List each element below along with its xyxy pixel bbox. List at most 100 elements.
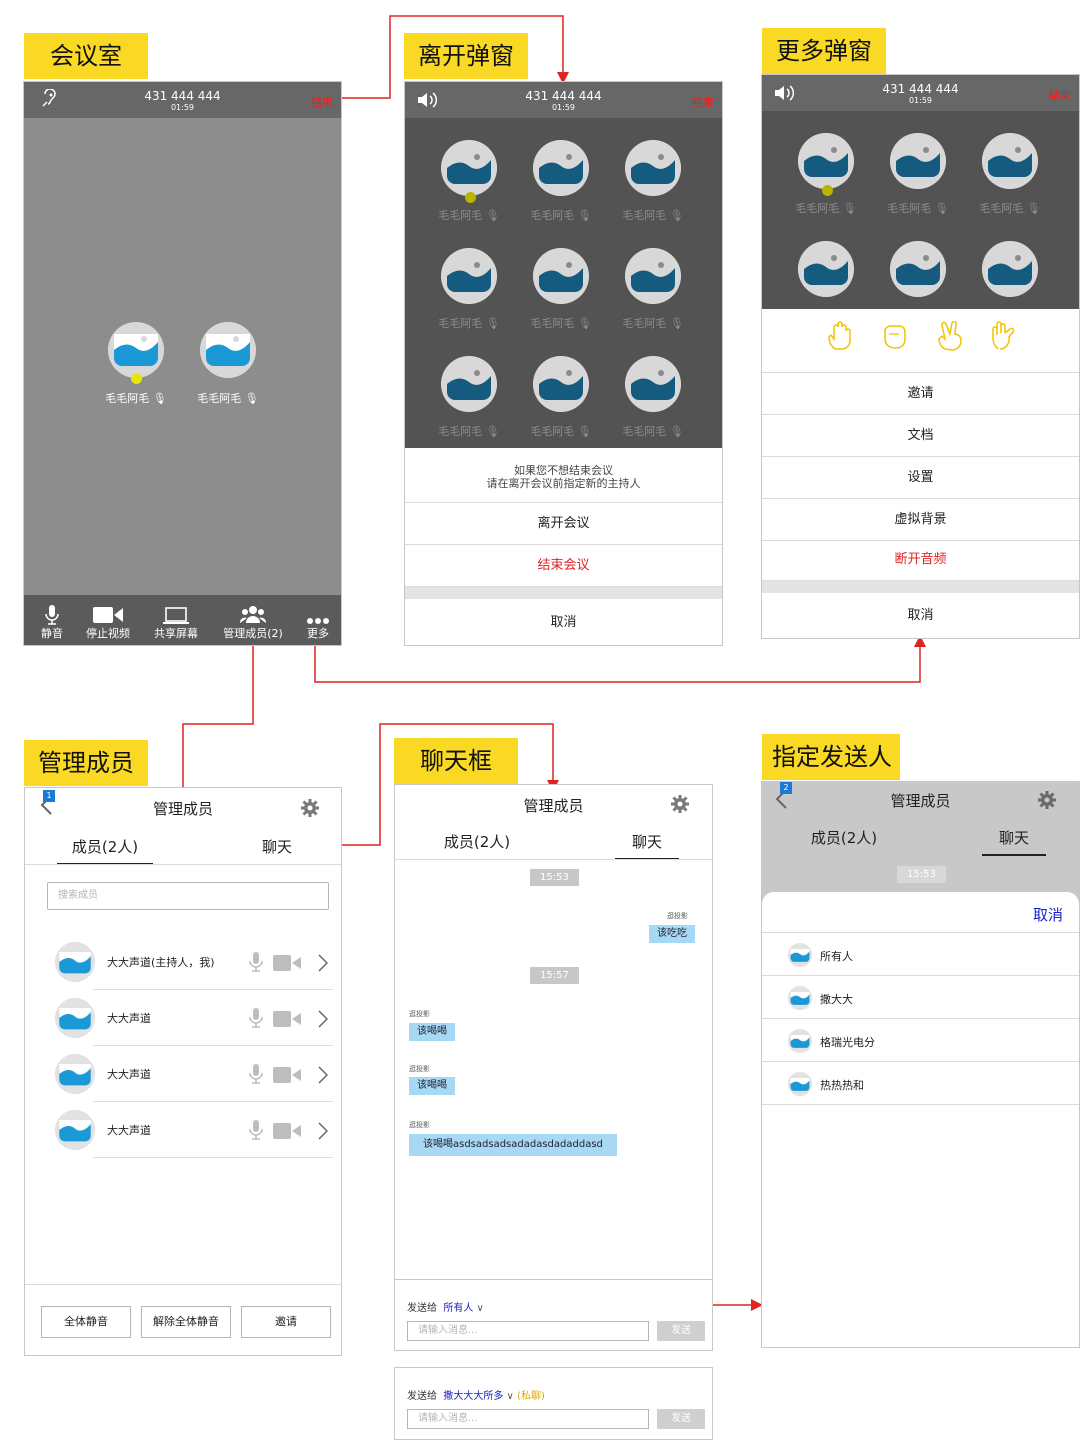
participant-tile[interactable]: 毛毛阿毛 🎙: [180, 322, 276, 412]
message-input[interactable]: 请输入消息...: [407, 1409, 649, 1429]
recipient-select[interactable]: 所有人: [443, 1303, 473, 1314]
tab-members[interactable]: 成员(2人): [57, 836, 153, 865]
gear-icon[interactable]: [301, 799, 319, 817]
chat-message-self[interactable]: 该吃吃: [649, 925, 695, 943]
avatar-image-icon[interactable]: [441, 140, 497, 196]
participant-name: 毛毛阿毛 🎙: [438, 209, 500, 222]
recipient-option[interactable]: 热热热和: [762, 1062, 1079, 1105]
cancel-button[interactable]: 取消: [1033, 904, 1063, 925]
member-row[interactable]: 大大声道(主持人，我): [25, 934, 341, 990]
raise-hand-icon[interactable]: [826, 321, 854, 351]
speaking-dot: [465, 192, 476, 203]
avatar-image-icon[interactable]: [533, 248, 589, 304]
avatar-image-icon[interactable]: [533, 140, 589, 196]
composer-divider: [395, 1279, 712, 1280]
avatar-image-icon[interactable]: [982, 133, 1038, 189]
microphone-icon[interactable]: [249, 952, 263, 972]
participant-name: 毛毛阿毛 🎙: [105, 392, 167, 405]
recipient-option[interactable]: 撒大大: [762, 976, 1079, 1019]
share-screen-button[interactable]: 共享屏幕: [148, 603, 204, 641]
more-menu-item[interactable]: 文档: [762, 415, 1079, 457]
cancel-button[interactable]: 取消: [762, 593, 1079, 638]
camera-icon[interactable]: [273, 1011, 301, 1027]
send-button[interactable]: 发送: [657, 1409, 705, 1429]
tab-chat[interactable]: 聊天: [247, 836, 307, 857]
microphone-icon[interactable]: [249, 1008, 263, 1028]
cancel-button[interactable]: 取消: [405, 599, 722, 645]
more-menu-item[interactable]: 虚拟背景: [762, 499, 1079, 541]
member-row[interactable]: 大大声道: [25, 990, 341, 1046]
mic-icon: 🎙: [485, 317, 500, 330]
recipient-name: 撒大大: [820, 993, 853, 1006]
avatar-image-icon[interactable]: [798, 241, 854, 297]
avatar-image-icon[interactable]: [441, 248, 497, 304]
invite-button[interactable]: 邀请: [241, 1306, 331, 1338]
recipient-select[interactable]: 撒大大大所多: [443, 1391, 503, 1402]
member-row[interactable]: 大大声道: [25, 1102, 341, 1158]
avatar-image-icon[interactable]: [982, 241, 1038, 297]
send-button[interactable]: 发送: [657, 1321, 705, 1341]
camera-icon[interactable]: [273, 1067, 301, 1083]
meeting-screen: 431 444 444 01:59 结束 毛毛阿毛 🎙 毛毛阿毛 🎙 静音 停止…: [23, 81, 342, 646]
mute-all-button[interactable]: 全体静音: [41, 1306, 131, 1338]
camera-icon[interactable]: [273, 1123, 301, 1139]
end-meeting-button[interactable]: 结束: [692, 94, 714, 110]
chat-message[interactable]: 该喝喝: [409, 1077, 455, 1095]
avatar-image-icon[interactable]: [625, 356, 681, 412]
sender-name: 逛投影: [409, 1010, 430, 1018]
chevron-down-icon[interactable]: ∨: [503, 1391, 517, 1402]
participant-tile[interactable]: 毛毛阿毛 🎙: [88, 322, 184, 412]
ok-hand-icon[interactable]: [990, 321, 1018, 351]
avatar-image-icon[interactable]: [890, 133, 946, 189]
recipient-option[interactable]: 格瑞光电分: [762, 1019, 1079, 1062]
unmute-all-button[interactable]: 解除全体静音: [141, 1306, 231, 1338]
end-meeting-button[interactable]: 结束: [311, 94, 333, 110]
more-button[interactable]: 更多: [300, 603, 336, 641]
chat-screen: 管理成员 成员(2人) 聊天 15:53 逛投影 该吃吃 15:57 逛投影 该…: [394, 784, 713, 1351]
end-meeting-button[interactable]: 结束: [1049, 87, 1071, 103]
microphone-icon[interactable]: [249, 1064, 263, 1084]
mic-icon: 🎙: [485, 209, 500, 222]
sender-name: 逛投影: [409, 1121, 430, 1129]
camera-icon[interactable]: [273, 955, 301, 971]
gear-icon[interactable]: [1038, 791, 1056, 809]
speaking-dot: [131, 373, 142, 384]
stop-video-button[interactable]: 停止视频: [80, 603, 136, 641]
avatar-image-icon[interactable]: [533, 356, 589, 412]
chevron-down-icon[interactable]: ∨: [473, 1303, 484, 1314]
chevron-right-icon[interactable]: [318, 1066, 328, 1084]
avatar-image-icon[interactable]: [441, 356, 497, 412]
chevron-right-icon[interactable]: [318, 954, 328, 972]
avatar-image-icon[interactable]: [890, 241, 946, 297]
victory-hand-icon[interactable]: [936, 321, 964, 351]
end-meeting-option[interactable]: 结束会议: [405, 545, 722, 587]
manage-members-button[interactable]: 管理成员(2): [218, 603, 288, 641]
sender-name: 逛投影: [409, 1065, 430, 1073]
meeting-number: 431 444 444: [525, 89, 602, 103]
avatar-image-icon[interactable]: [798, 133, 854, 189]
microphone-icon[interactable]: [249, 1120, 263, 1140]
avatar-image-icon: [788, 943, 812, 967]
fist-icon[interactable]: [880, 321, 908, 351]
avatar-image-icon[interactable]: [625, 140, 681, 196]
leave-meeting-button[interactable]: 离开会议: [405, 503, 722, 545]
chevron-right-icon[interactable]: [318, 1010, 328, 1028]
mute-button[interactable]: 静音: [34, 603, 70, 641]
search-input[interactable]: 搜索成员: [47, 882, 329, 910]
recipient-name: 格瑞光电分: [820, 1036, 875, 1049]
chat-message[interactable]: 该喝喝asdsadsadsadadasdadaddasd: [409, 1134, 617, 1156]
more-menu-item[interactable]: 设置: [762, 457, 1079, 499]
more-menu-item[interactable]: 邀请: [762, 373, 1079, 415]
disconnect-audio-button[interactable]: 断开音频: [762, 539, 1079, 581]
tab-chat[interactable]: 聊天: [615, 831, 679, 860]
chat-message[interactable]: 该喝喝: [409, 1023, 455, 1041]
tab-members[interactable]: 成员(2人): [429, 831, 525, 852]
tab-divider: [395, 859, 712, 860]
chevron-right-icon[interactable]: [318, 1122, 328, 1140]
reactions-row: [762, 309, 1079, 373]
avatar-image-icon[interactable]: [625, 248, 681, 304]
message-input[interactable]: 请输入消息...: [407, 1321, 649, 1341]
gear-icon[interactable]: [671, 795, 689, 813]
recipient-option[interactable]: 所有人: [762, 933, 1079, 976]
member-row[interactable]: 大大声道: [25, 1046, 341, 1102]
